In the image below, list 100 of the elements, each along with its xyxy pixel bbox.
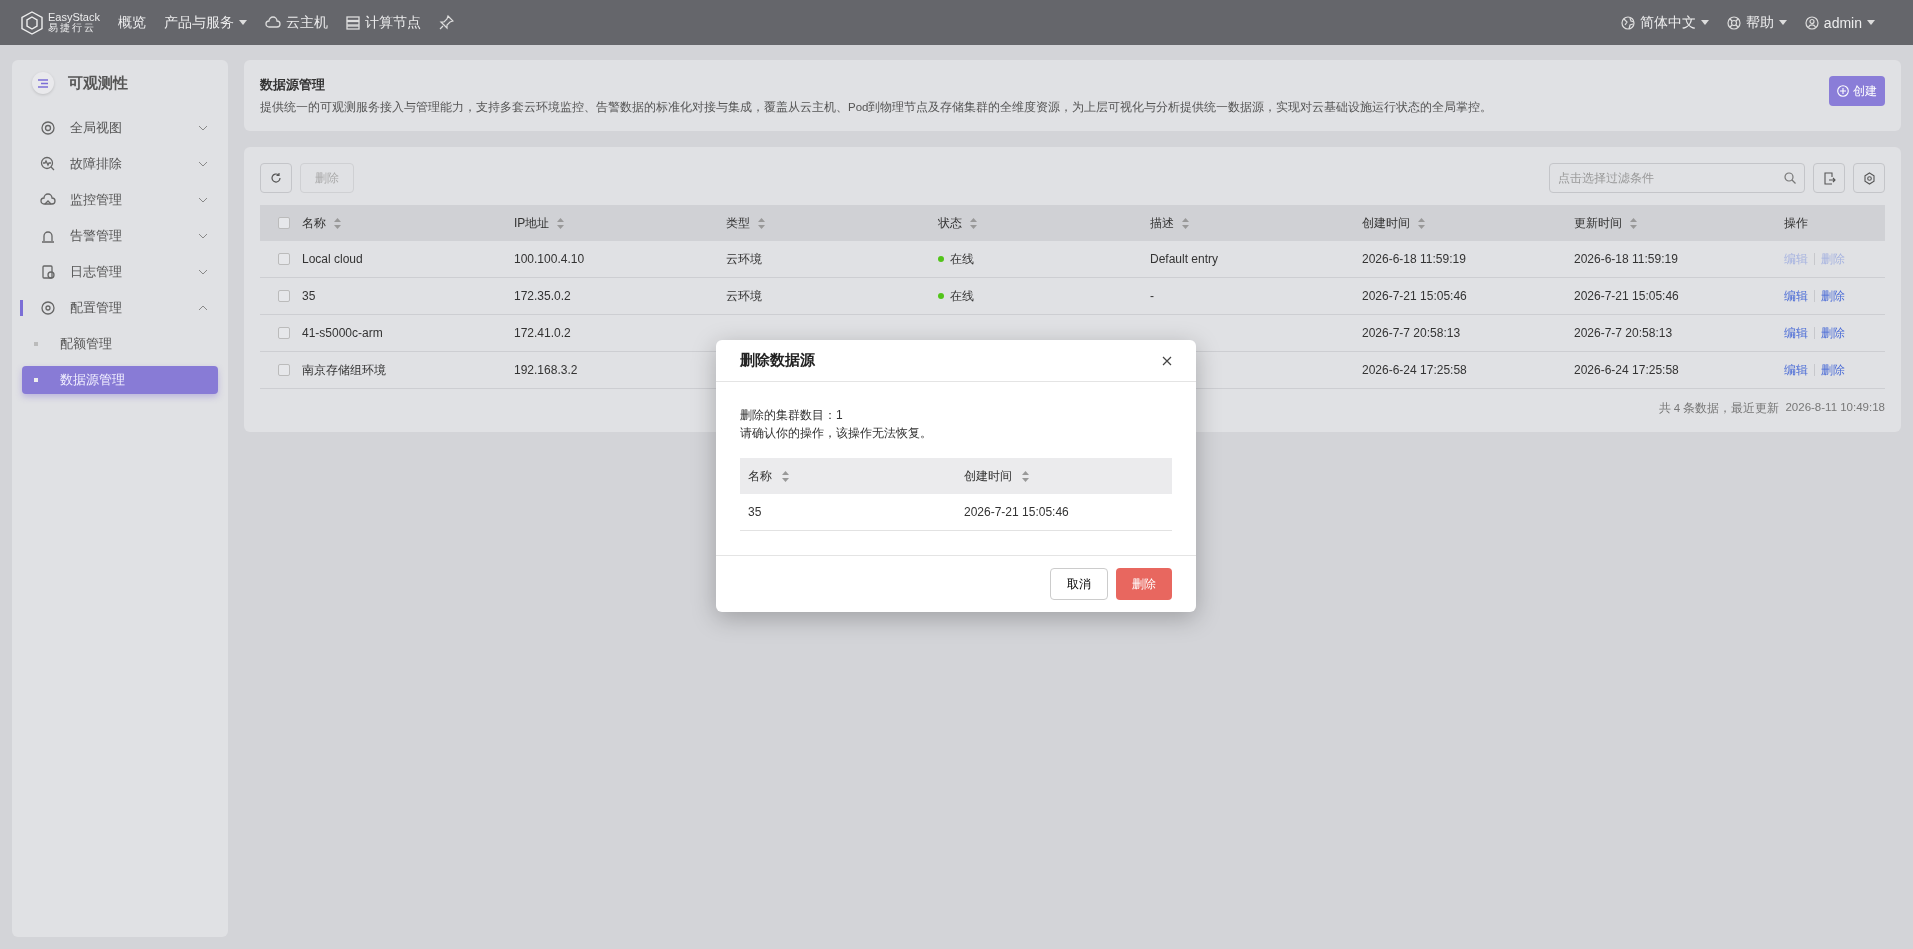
page-title: 数据源管理 [260, 76, 326, 94]
lifebuoy-icon [1726, 15, 1741, 30]
nav-item[interactable]: 概览 [117, 13, 146, 32]
column-header: 类型 [726, 214, 750, 232]
chevron-down-icon [198, 233, 208, 239]
chevron-down-icon [198, 125, 208, 131]
close-button[interactable] [1162, 355, 1172, 366]
pin-icon[interactable] [438, 15, 454, 30]
table-summary: 共 4 条数据，最近更新 [1658, 401, 1780, 416]
sidebar-item[interactable]: 配置管理 [20, 290, 220, 326]
chevron-down-icon [198, 161, 208, 167]
logo-name: EasyStack [48, 12, 100, 23]
topbar-menu[interactable]: 简体中文 [1620, 13, 1709, 32]
sort-icon[interactable] [1182, 217, 1189, 229]
sort-icon[interactable] [970, 217, 977, 229]
sort-icon[interactable] [1022, 470, 1029, 482]
sidebar-item[interactable]: 日志管理 [20, 254, 220, 290]
table-cell: Default entry [1150, 252, 1219, 266]
cancel-button[interactable]: 取消 [1050, 568, 1108, 600]
update-time: 2026-8-11 10:49:18 [1785, 401, 1885, 415]
menu-icon[interactable] [32, 72, 54, 94]
action-link[interactable]: 删除 [1821, 361, 1845, 379]
sort-icon[interactable] [1418, 217, 1425, 229]
export-icon [1822, 171, 1836, 185]
action-link[interactable]: 编辑 [1784, 287, 1808, 305]
action-link[interactable]: 编辑 [1784, 324, 1808, 342]
checkbox[interactable] [278, 253, 290, 265]
caret-icon [1700, 20, 1709, 25]
nav-item[interactable]: 产品与服务 [163, 13, 247, 32]
table-cell: 172.41.0.2 [514, 326, 571, 340]
topbar-menu[interactable]: admin [1804, 14, 1875, 31]
table-cell: 41-s5000c-arm [302, 326, 383, 340]
status-text: 在线 [950, 250, 974, 268]
table-cell: 2026-7-7 20:58:13 [1362, 326, 1461, 340]
confirm-delete-button[interactable]: 删除 [1116, 568, 1172, 600]
refresh-button[interactable] [260, 163, 292, 193]
export-button[interactable] [1813, 163, 1845, 193]
logo-subtitle: 易捷行云 [48, 23, 96, 33]
table-cell: 192.168.3.2 [514, 363, 578, 377]
filter-field[interactable]: 点击选择过滤条件 [1549, 163, 1805, 193]
sidebar-item[interactable]: 监控管理 [20, 182, 220, 218]
table-cell: 云环境 [726, 287, 762, 305]
table-cell: 2026-7-7 20:58:13 [1574, 326, 1673, 340]
logo-icon [20, 10, 44, 35]
action-link[interactable]: 编辑 [1784, 361, 1808, 379]
column-header: IP地址 [514, 214, 550, 232]
dialog-message: 删除的集群数目：1 [740, 407, 844, 424]
table-cell: 2026-6-18 11:59:19 [1362, 252, 1466, 266]
sort-icon[interactable] [1630, 217, 1637, 229]
checkbox[interactable] [278, 364, 290, 376]
column-header: 描述 [1150, 214, 1174, 232]
checkbox[interactable] [278, 290, 290, 302]
sidebar-item[interactable]: 故障排除 [20, 146, 220, 182]
create-button[interactable]: 创建 [1829, 76, 1885, 106]
dialog-message: 请确认你的操作，该操作无法恢复。 [740, 425, 933, 442]
table-cell: 35 [302, 289, 316, 303]
sidebar-item[interactable]: 全局视图 [20, 110, 220, 146]
table-cell: 2026-7-21 15:05:46 [1574, 289, 1679, 303]
globe-icon [1620, 15, 1635, 30]
table-cell: 2026-6-24 17:25:58 [1362, 363, 1467, 377]
table-cell: 2026-6-18 11:59:19 [1574, 252, 1678, 266]
sort-icon[interactable] [758, 217, 765, 229]
status-text: 在线 [950, 287, 974, 305]
checkbox[interactable] [278, 327, 290, 339]
action-link[interactable]: 删除 [1821, 287, 1845, 305]
caret-icon [1778, 20, 1787, 25]
sidebar-subitem[interactable]: 配额管理 [22, 330, 218, 358]
table-cell: 172.35.0.2 [514, 289, 571, 303]
nav-item[interactable]: 云主机 [264, 13, 328, 32]
sidebar-subitem[interactable]: 数据源管理 [22, 366, 218, 394]
chevron-up-icon [198, 305, 208, 311]
table-cell: 100.100.4.10 [514, 252, 585, 266]
table-cell: 云环境 [726, 250, 762, 268]
column-header: 更新时间 [1574, 214, 1622, 232]
table-cell: 35 [748, 505, 762, 519]
column-header: 创建时间 [1362, 214, 1410, 232]
caret-icon [238, 20, 247, 25]
column-header: 名称 [748, 467, 772, 485]
checkbox[interactable] [278, 217, 290, 229]
topbar-menu[interactable]: 帮助 [1726, 13, 1787, 32]
column-header: 操作 [1784, 214, 1808, 232]
sort-icon[interactable] [782, 470, 789, 482]
nav-item[interactable]: 计算节点 [345, 13, 421, 32]
plus-circle-icon [1837, 85, 1849, 97]
page-description: 提供统一的可观测服务接入与管理能力，支持多套云环境监控、告警数据的标准化对接与集成，覆盖从云主机、Pod到物理节点及存储集群的全维度资源，为上层可视化与分析提供统一数据源，实现对云基础设施运行状态的全局掌控。 [260, 100, 1493, 115]
sort-icon[interactable] [557, 217, 565, 229]
sidebar-item[interactable]: 告警管理 [20, 218, 220, 254]
column-header: 创建时间 [964, 467, 1012, 485]
sidebar-title: 可观测性 [68, 73, 128, 93]
sort-icon[interactable] [334, 217, 341, 229]
user-icon [1804, 15, 1819, 30]
table-cell: 2026-6-24 17:25:58 [1574, 363, 1679, 377]
search-icon [1784, 172, 1796, 184]
alarm-icon [40, 228, 56, 244]
column-header: 名称 [302, 214, 326, 232]
action-link[interactable]: 删除 [1821, 324, 1845, 342]
refresh-icon [270, 172, 282, 184]
caret-icon [1867, 20, 1875, 25]
table-cell: 2026-7-21 15:05:46 [1362, 289, 1467, 303]
settings-button[interactable] [1853, 163, 1885, 193]
